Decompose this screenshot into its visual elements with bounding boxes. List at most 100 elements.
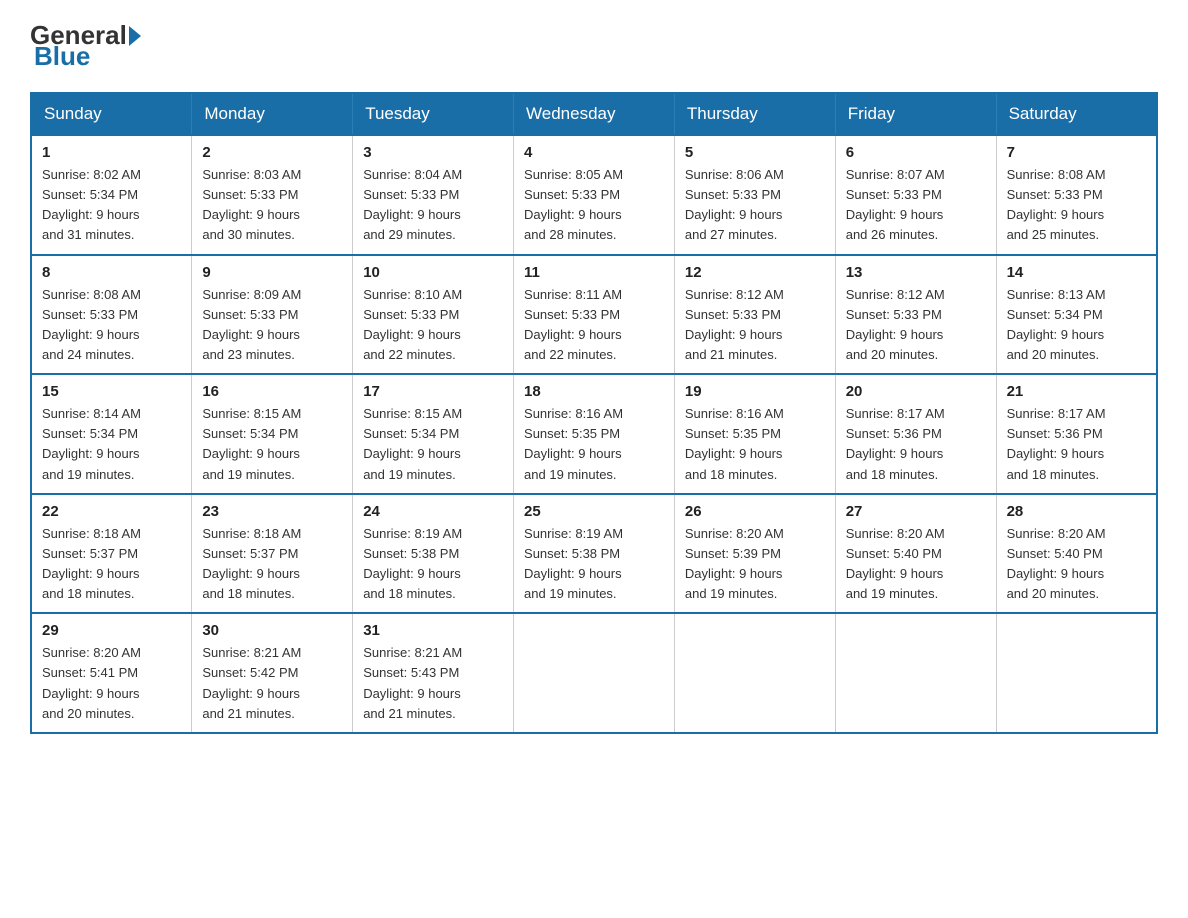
day-number: 6 xyxy=(846,144,986,161)
calendar-cell: 21 Sunrise: 8:17 AMSunset: 5:36 PMDaylig… xyxy=(996,374,1157,494)
day-number: 24 xyxy=(363,503,503,520)
calendar-cell: 30 Sunrise: 8:21 AMSunset: 5:42 PMDaylig… xyxy=(192,613,353,733)
day-number: 16 xyxy=(202,383,342,400)
calendar-cell: 9 Sunrise: 8:09 AMSunset: 5:33 PMDayligh… xyxy=(192,255,353,375)
calendar-body: 1 Sunrise: 8:02 AMSunset: 5:34 PMDayligh… xyxy=(31,135,1157,733)
day-number: 4 xyxy=(524,144,664,161)
calendar-cell: 8 Sunrise: 8:08 AMSunset: 5:33 PMDayligh… xyxy=(31,255,192,375)
calendar-cell: 6 Sunrise: 8:07 AMSunset: 5:33 PMDayligh… xyxy=(835,135,996,255)
day-number: 18 xyxy=(524,383,664,400)
day-info: Sunrise: 8:03 AMSunset: 5:33 PMDaylight:… xyxy=(202,165,342,246)
calendar-table: SundayMondayTuesdayWednesdayThursdayFrid… xyxy=(30,92,1158,734)
day-number: 14 xyxy=(1007,264,1146,281)
weekday-header-friday: Friday xyxy=(835,93,996,135)
day-info: Sunrise: 8:20 AMSunset: 5:40 PMDaylight:… xyxy=(1007,524,1146,605)
calendar-cell: 13 Sunrise: 8:12 AMSunset: 5:33 PMDaylig… xyxy=(835,255,996,375)
day-number: 1 xyxy=(42,144,181,161)
day-info: Sunrise: 8:09 AMSunset: 5:33 PMDaylight:… xyxy=(202,285,342,366)
day-number: 15 xyxy=(42,383,181,400)
day-info: Sunrise: 8:21 AMSunset: 5:42 PMDaylight:… xyxy=(202,643,342,724)
day-number: 20 xyxy=(846,383,986,400)
day-info: Sunrise: 8:04 AMSunset: 5:33 PMDaylight:… xyxy=(363,165,503,246)
day-number: 25 xyxy=(524,503,664,520)
calendar-cell: 10 Sunrise: 8:10 AMSunset: 5:33 PMDaylig… xyxy=(353,255,514,375)
day-info: Sunrise: 8:20 AMSunset: 5:39 PMDaylight:… xyxy=(685,524,825,605)
weekday-header-wednesday: Wednesday xyxy=(514,93,675,135)
day-number: 21 xyxy=(1007,383,1146,400)
day-number: 9 xyxy=(202,264,342,281)
page-header: General Blue xyxy=(30,20,1158,72)
day-number: 12 xyxy=(685,264,825,281)
day-number: 26 xyxy=(685,503,825,520)
day-number: 31 xyxy=(363,622,503,639)
calendar-week-row: 15 Sunrise: 8:14 AMSunset: 5:34 PMDaylig… xyxy=(31,374,1157,494)
calendar-cell: 1 Sunrise: 8:02 AMSunset: 5:34 PMDayligh… xyxy=(31,135,192,255)
calendar-cell: 20 Sunrise: 8:17 AMSunset: 5:36 PMDaylig… xyxy=(835,374,996,494)
calendar-week-row: 1 Sunrise: 8:02 AMSunset: 5:34 PMDayligh… xyxy=(31,135,1157,255)
calendar-cell: 25 Sunrise: 8:19 AMSunset: 5:38 PMDaylig… xyxy=(514,494,675,614)
day-info: Sunrise: 8:17 AMSunset: 5:36 PMDaylight:… xyxy=(1007,404,1146,485)
day-number: 27 xyxy=(846,503,986,520)
calendar-week-row: 8 Sunrise: 8:08 AMSunset: 5:33 PMDayligh… xyxy=(31,255,1157,375)
day-info: Sunrise: 8:12 AMSunset: 5:33 PMDaylight:… xyxy=(685,285,825,366)
weekday-header-thursday: Thursday xyxy=(674,93,835,135)
calendar-cell xyxy=(996,613,1157,733)
calendar-cell: 3 Sunrise: 8:04 AMSunset: 5:33 PMDayligh… xyxy=(353,135,514,255)
calendar-week-row: 22 Sunrise: 8:18 AMSunset: 5:37 PMDaylig… xyxy=(31,494,1157,614)
weekday-header-tuesday: Tuesday xyxy=(353,93,514,135)
logo: General Blue xyxy=(30,20,143,72)
day-info: Sunrise: 8:11 AMSunset: 5:33 PMDaylight:… xyxy=(524,285,664,366)
calendar-cell: 23 Sunrise: 8:18 AMSunset: 5:37 PMDaylig… xyxy=(192,494,353,614)
day-info: Sunrise: 8:08 AMSunset: 5:33 PMDaylight:… xyxy=(42,285,181,366)
day-info: Sunrise: 8:07 AMSunset: 5:33 PMDaylight:… xyxy=(846,165,986,246)
day-number: 11 xyxy=(524,264,664,281)
calendar-week-row: 29 Sunrise: 8:20 AMSunset: 5:41 PMDaylig… xyxy=(31,613,1157,733)
day-info: Sunrise: 8:13 AMSunset: 5:34 PMDaylight:… xyxy=(1007,285,1146,366)
day-number: 10 xyxy=(363,264,503,281)
day-number: 17 xyxy=(363,383,503,400)
day-info: Sunrise: 8:19 AMSunset: 5:38 PMDaylight:… xyxy=(524,524,664,605)
day-number: 23 xyxy=(202,503,342,520)
day-number: 28 xyxy=(1007,503,1146,520)
day-info: Sunrise: 8:15 AMSunset: 5:34 PMDaylight:… xyxy=(363,404,503,485)
calendar-cell: 19 Sunrise: 8:16 AMSunset: 5:35 PMDaylig… xyxy=(674,374,835,494)
logo-blue-text: Blue xyxy=(34,41,90,72)
weekday-header-sunday: Sunday xyxy=(31,93,192,135)
calendar-cell: 14 Sunrise: 8:13 AMSunset: 5:34 PMDaylig… xyxy=(996,255,1157,375)
day-info: Sunrise: 8:18 AMSunset: 5:37 PMDaylight:… xyxy=(202,524,342,605)
calendar-header: SundayMondayTuesdayWednesdayThursdayFrid… xyxy=(31,93,1157,135)
day-info: Sunrise: 8:14 AMSunset: 5:34 PMDaylight:… xyxy=(42,404,181,485)
calendar-cell: 16 Sunrise: 8:15 AMSunset: 5:34 PMDaylig… xyxy=(192,374,353,494)
calendar-cell: 4 Sunrise: 8:05 AMSunset: 5:33 PMDayligh… xyxy=(514,135,675,255)
day-info: Sunrise: 8:12 AMSunset: 5:33 PMDaylight:… xyxy=(846,285,986,366)
calendar-cell: 18 Sunrise: 8:16 AMSunset: 5:35 PMDaylig… xyxy=(514,374,675,494)
day-number: 13 xyxy=(846,264,986,281)
day-info: Sunrise: 8:15 AMSunset: 5:34 PMDaylight:… xyxy=(202,404,342,485)
calendar-cell: 26 Sunrise: 8:20 AMSunset: 5:39 PMDaylig… xyxy=(674,494,835,614)
day-info: Sunrise: 8:06 AMSunset: 5:33 PMDaylight:… xyxy=(685,165,825,246)
day-number: 7 xyxy=(1007,144,1146,161)
calendar-cell: 2 Sunrise: 8:03 AMSunset: 5:33 PMDayligh… xyxy=(192,135,353,255)
day-info: Sunrise: 8:17 AMSunset: 5:36 PMDaylight:… xyxy=(846,404,986,485)
logo-arrow-icon xyxy=(129,26,141,46)
day-info: Sunrise: 8:16 AMSunset: 5:35 PMDaylight:… xyxy=(685,404,825,485)
calendar-cell xyxy=(674,613,835,733)
day-number: 22 xyxy=(42,503,181,520)
day-info: Sunrise: 8:05 AMSunset: 5:33 PMDaylight:… xyxy=(524,165,664,246)
calendar-cell xyxy=(835,613,996,733)
calendar-cell: 12 Sunrise: 8:12 AMSunset: 5:33 PMDaylig… xyxy=(674,255,835,375)
day-info: Sunrise: 8:16 AMSunset: 5:35 PMDaylight:… xyxy=(524,404,664,485)
calendar-cell: 5 Sunrise: 8:06 AMSunset: 5:33 PMDayligh… xyxy=(674,135,835,255)
calendar-cell: 7 Sunrise: 8:08 AMSunset: 5:33 PMDayligh… xyxy=(996,135,1157,255)
day-info: Sunrise: 8:21 AMSunset: 5:43 PMDaylight:… xyxy=(363,643,503,724)
calendar-cell: 15 Sunrise: 8:14 AMSunset: 5:34 PMDaylig… xyxy=(31,374,192,494)
day-info: Sunrise: 8:02 AMSunset: 5:34 PMDaylight:… xyxy=(42,165,181,246)
day-info: Sunrise: 8:20 AMSunset: 5:40 PMDaylight:… xyxy=(846,524,986,605)
calendar-cell: 11 Sunrise: 8:11 AMSunset: 5:33 PMDaylig… xyxy=(514,255,675,375)
day-number: 2 xyxy=(202,144,342,161)
calendar-cell: 28 Sunrise: 8:20 AMSunset: 5:40 PMDaylig… xyxy=(996,494,1157,614)
calendar-cell xyxy=(514,613,675,733)
day-number: 30 xyxy=(202,622,342,639)
day-info: Sunrise: 8:10 AMSunset: 5:33 PMDaylight:… xyxy=(363,285,503,366)
day-info: Sunrise: 8:19 AMSunset: 5:38 PMDaylight:… xyxy=(363,524,503,605)
